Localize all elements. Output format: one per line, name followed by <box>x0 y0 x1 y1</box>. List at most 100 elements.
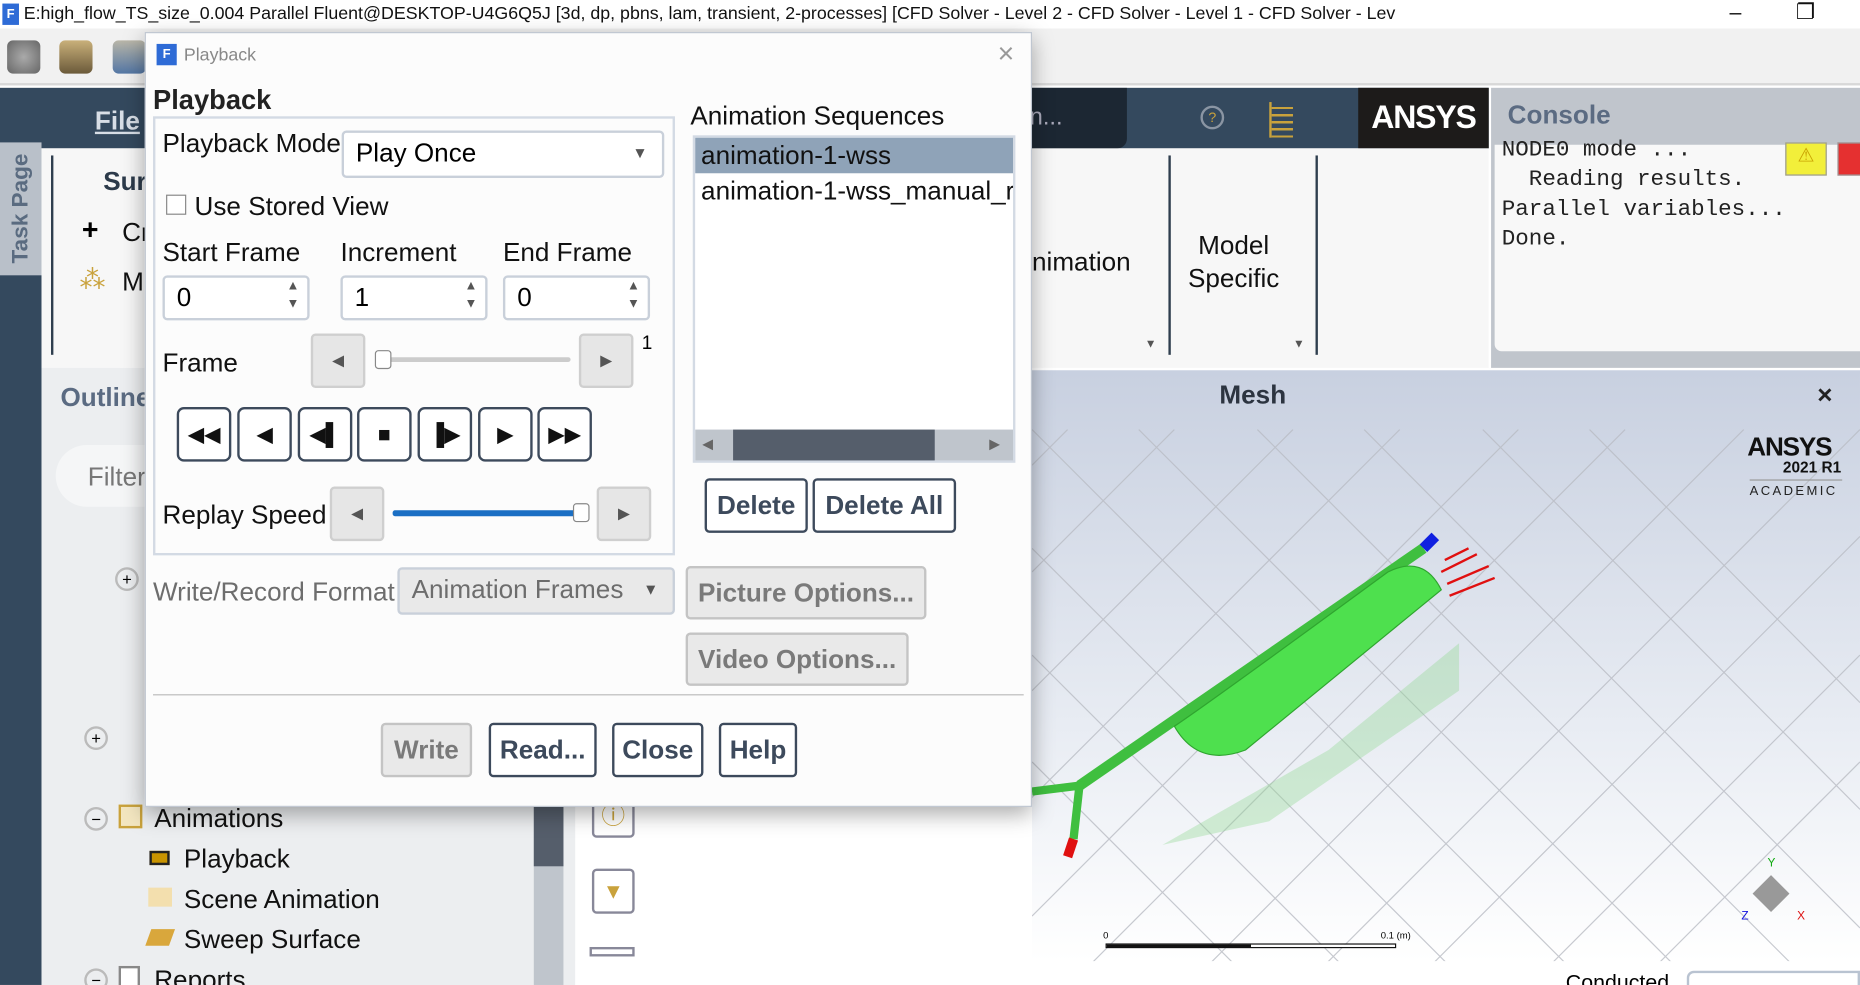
tree-item-reports[interactable]: Reports <box>154 965 245 985</box>
separator <box>153 694 1024 696</box>
tree-item-sweep-surface[interactable]: Sweep Surface <box>184 924 361 955</box>
search-input[interactable]: n... <box>1020 87 1127 149</box>
task-page-tab[interactable]: Task Page <box>0 142 42 276</box>
ansys-logo: ANSYS <box>1358 87 1489 149</box>
start-frame-spinner[interactable]: 0 ▲ ▼ <box>162 275 310 321</box>
dropdown-arrow-icon[interactable]: ▼ <box>1145 338 1157 351</box>
collapse-icon[interactable]: − <box>84 968 108 985</box>
restore-button[interactable]: ❐ <box>1796 0 1815 25</box>
spinner-arrows-icon[interactable]: ▲ ▼ <box>624 278 643 318</box>
playback-mode-select[interactable]: Play Once ▼ <box>341 130 665 179</box>
dropdown-arrow-icon[interactable]: ▼ <box>1293 338 1305 351</box>
step-forward-button[interactable]: ▐▶ <box>417 407 473 462</box>
reports-icon <box>118 965 140 985</box>
speed-right-button[interactable]: ▶ <box>596 486 652 542</box>
increment-spinner[interactable]: 1 ▲ ▼ <box>340 275 488 321</box>
increment-label: Increment <box>340 237 457 268</box>
layout-icon[interactable] <box>1269 102 1293 138</box>
console-output[interactable]: NODE0 mode ... Reading results. Parallel … <box>1494 136 1860 352</box>
ruler-icon[interactable] <box>589 946 635 957</box>
window-title: E:high_flow_TS_size_0.004 Parallel Fluen… <box>23 3 1396 24</box>
start-frame-value: 0 <box>176 282 192 313</box>
expand-icon[interactable]: + <box>84 726 108 750</box>
frame-right-button[interactable]: ▶ <box>578 333 634 389</box>
help-icon[interactable]: ? <box>1200 105 1225 130</box>
warning-icon[interactable]: ⚠ <box>1785 142 1827 176</box>
graphics-viewport[interactable]: Mesh × ANSYS 2021 R1 ACADEMIC 0 0.1 (m) … <box>1032 370 1860 962</box>
scale-end: 0.1 (m) <box>1380 930 1411 942</box>
end-frame-spinner[interactable]: 0 ▲ ▼ <box>502 275 651 321</box>
sequence-item[interactable]: animation-1-wss_manual_ra <box>695 173 1013 209</box>
step-backward-button[interactable]: ◀▌ <box>297 407 353 462</box>
stop-button[interactable]: ■ <box>357 407 412 462</box>
animations-folder-icon <box>118 804 143 829</box>
fluent-app-icon: F <box>156 43 177 66</box>
use-stored-view-label[interactable]: Use Stored View <box>195 191 389 222</box>
delete-button[interactable]: Delete <box>704 478 808 533</box>
use-stored-view-checkbox[interactable] <box>166 194 187 215</box>
scroll-left-icon[interactable]: ◀ <box>702 436 713 453</box>
tree-item-scene-animation[interactable]: Scene Animation <box>184 884 380 915</box>
outline-title: Outline <box>60 382 151 412</box>
read-button[interactable]: Read... <box>488 722 597 778</box>
start-frame-label: Start Frame <box>162 237 301 268</box>
scrollbar-thumb[interactable] <box>533 806 564 867</box>
collapse-icon[interactable]: − <box>84 806 108 831</box>
delete-all-button[interactable]: Delete All <box>812 478 957 533</box>
play-reverse-button[interactable]: ◀ <box>237 407 292 462</box>
format-label: Write/Record Format <box>153 576 395 607</box>
console-line: Done. <box>1501 225 1570 252</box>
read-case-icon[interactable] <box>59 40 93 74</box>
picture-options-button[interactable]: Picture Options... <box>685 566 927 620</box>
frame-slider[interactable] <box>374 350 571 370</box>
sequence-item[interactable]: animation-1-wss <box>695 137 1014 174</box>
sequences-hscrollbar[interactable]: ◀ ▶ <box>695 429 1014 461</box>
write-button[interactable]: Write <box>380 722 473 778</box>
bottom-field[interactable] <box>1686 970 1860 985</box>
speed-slider-thumb[interactable] <box>572 503 590 523</box>
window-title-bar: F E:high_flow_TS_size_0.004 Parallel Flu… <box>0 0 1860 29</box>
playback-dialog: F Playback × Playback Playback Mode Play… <box>144 32 1033 807</box>
frame-slider-thumb[interactable] <box>374 350 392 370</box>
fluent-app-icon: F <box>2 3 19 25</box>
chevron-down-icon: ▼ <box>632 143 648 162</box>
sequences-list[interactable]: animation-1-wss animation-1-wss_manual_r… <box>692 135 1016 463</box>
animation-group-label[interactable]: nimation <box>1032 247 1131 278</box>
viewport-close-button[interactable]: × <box>1817 380 1832 411</box>
playback-mode-value: Play Once <box>355 137 477 168</box>
tree-item-animations[interactable]: Animations <box>154 803 283 834</box>
outline-scrollbar[interactable] <box>533 806 564 985</box>
mesh-scene <box>1032 429 1860 962</box>
end-frame-value: 0 <box>517 282 532 313</box>
replay-speed-slider[interactable] <box>392 503 590 523</box>
scrollbar-thumb[interactable] <box>733 429 935 461</box>
model-specific-group[interactable]: Model Specific <box>1186 229 1281 295</box>
mesh-icon[interactable] <box>7 40 41 74</box>
error-icon[interactable] <box>1837 142 1860 176</box>
version-label: 2021 R1 <box>1782 458 1842 476</box>
minimize-button[interactable]: – <box>1730 0 1742 25</box>
manage-item[interactable]: M <box>122 267 144 298</box>
skip-forward-button[interactable]: ▶▶ <box>537 407 592 462</box>
scroll-right-icon[interactable]: ▶ <box>989 436 1000 453</box>
video-options-button[interactable]: Video Options... <box>685 632 909 686</box>
bottom-text: Conducted <box>1565 970 1670 985</box>
help-button[interactable]: Help <box>718 722 798 778</box>
spinner-arrows-icon[interactable]: ▲ ▼ <box>461 278 480 318</box>
tree-item-playback[interactable]: Playback <box>184 844 290 875</box>
expand-icon[interactable]: + <box>115 567 139 591</box>
dialog-close-icon[interactable]: × <box>998 38 1015 71</box>
play-button[interactable]: ▶ <box>478 407 533 462</box>
skip-backward-button[interactable]: ◀◀ <box>176 407 232 462</box>
view-filter-icon[interactable]: ▼ <box>591 868 635 914</box>
write-case-icon[interactable] <box>112 40 146 74</box>
file-menu[interactable]: File <box>95 106 140 137</box>
spinner-arrows-icon[interactable]: ▲ ▼ <box>284 278 303 318</box>
edition-label: ACADEMIC <box>1749 479 1843 498</box>
close-button[interactable]: Close <box>612 722 704 778</box>
format-select[interactable]: Animation Frames ▼ <box>397 567 675 615</box>
speed-left-button[interactable]: ◀ <box>329 486 385 542</box>
animation-sequences-label: Animation Sequences <box>690 100 945 131</box>
frame-left-button[interactable]: ◀ <box>310 333 366 389</box>
dialog-title-bar: F Playback × <box>146 33 1031 77</box>
